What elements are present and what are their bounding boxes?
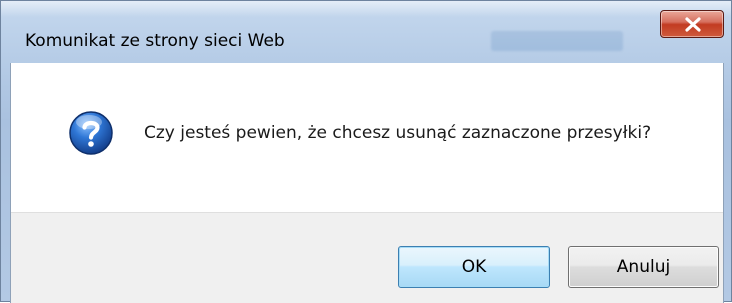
button-bar: OK Anuluj: [11, 212, 723, 303]
close-x-icon: [685, 17, 701, 32]
title-bar-glass: [491, 31, 623, 51]
ok-button[interactable]: OK: [398, 246, 550, 288]
dialog-client-area: Czy jesteś pewien, że chcesz usunąć zazn…: [10, 63, 724, 303]
message-area: Czy jesteś pewien, że chcesz usunąć zazn…: [11, 63, 723, 212]
question-icon: [69, 111, 113, 155]
title-bar[interactable]: Komunikat ze strony sieci Web: [1, 1, 731, 63]
message-text: Czy jesteś pewien, że chcesz usunąć zazn…: [144, 123, 652, 143]
cancel-button[interactable]: Anuluj: [568, 246, 719, 288]
window-title: Komunikat ze strony sieci Web: [25, 31, 285, 51]
dialog-window: Komunikat ze strony sieci Web Czy jesteś…: [0, 0, 732, 303]
close-button[interactable]: [660, 10, 724, 38]
